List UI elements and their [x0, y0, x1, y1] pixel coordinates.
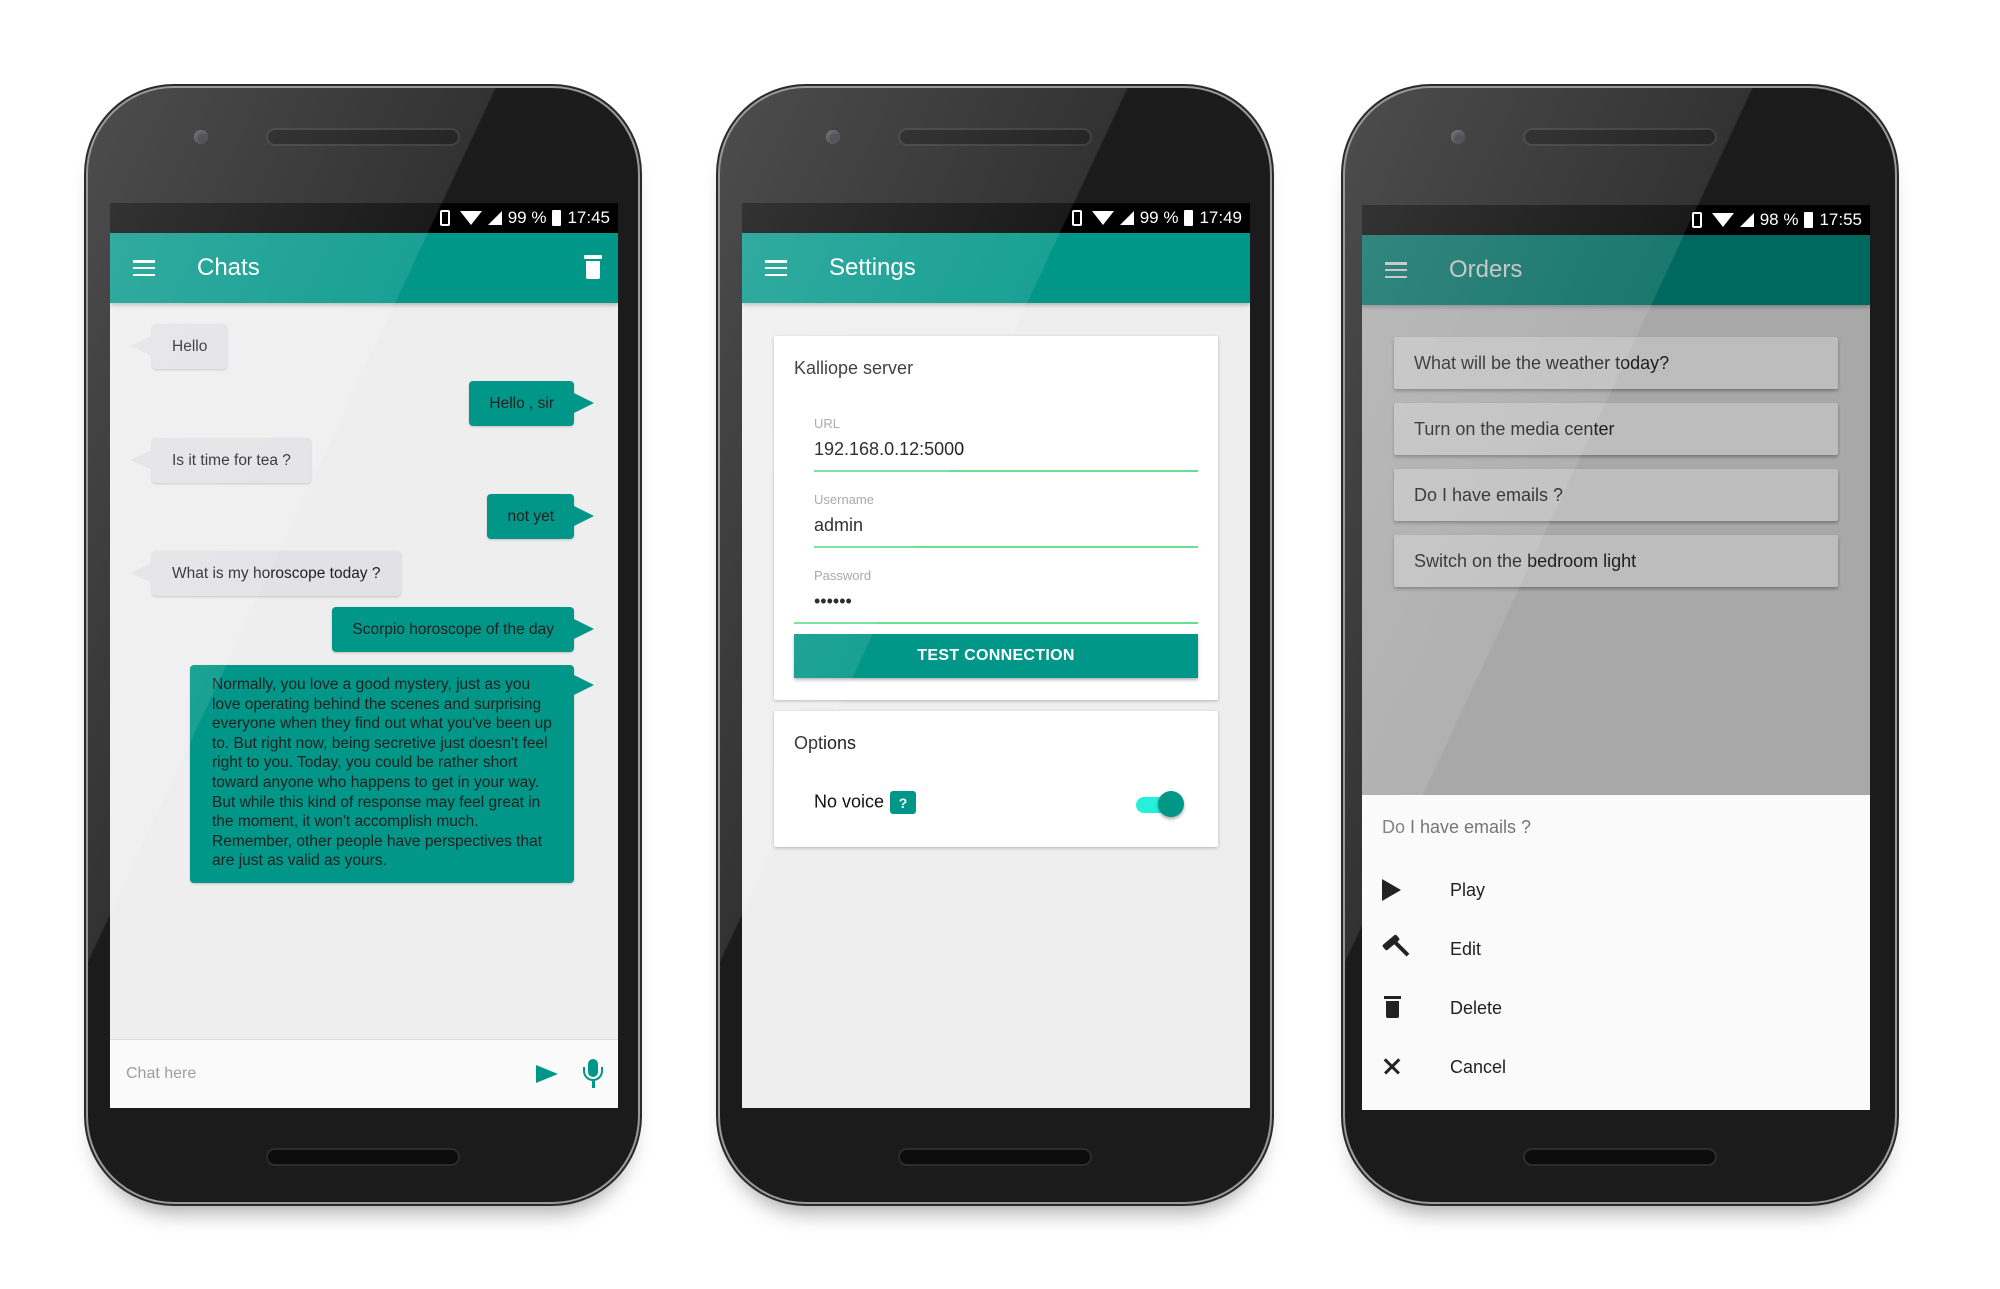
app-bar: Chats — [110, 233, 618, 303]
username-input[interactable]: admin — [814, 515, 1198, 548]
password-label: Password — [814, 568, 872, 583]
sheet-action-label: Edit — [1450, 938, 1482, 959]
bottom-sheet: Do I have emails ? Play Edit Delete Canc… — [1362, 795, 1870, 1110]
clock: 17:45 — [567, 208, 610, 227]
screen: 98 % 17:55 Orders What will be the weath… — [1362, 205, 1870, 1110]
order-item[interactable]: What will be the weather today? — [1394, 337, 1838, 389]
microphone-icon[interactable] — [582, 1059, 604, 1089]
phone-orders: 98 % 17:55 Orders What will be the weath… — [1345, 88, 1895, 1202]
phone-chats: 99 % 17:45 Chats Hello Hello , sir Is it… — [88, 88, 638, 1202]
front-camera — [826, 130, 840, 144]
sheet-action-play[interactable]: Play — [1362, 865, 1870, 915]
status-bar: 99 % 17:45 — [110, 203, 618, 233]
username-field[interactable]: Username admin — [814, 492, 1198, 548]
status-bar: 99 % 17:49 — [742, 203, 1250, 233]
password-field[interactable]: Password •••••• — [794, 568, 1198, 624]
username-label: Username — [814, 492, 874, 507]
options-card: Options No voice? — [774, 711, 1218, 847]
options-card-title: Options — [794, 733, 857, 753]
battery-percent: 99 % — [1139, 208, 1179, 227]
page-title: Chats — [197, 254, 260, 281]
vibrate-icon — [1691, 212, 1702, 228]
order-item[interactable]: Switch on the bedroom light — [1394, 535, 1838, 587]
page-title: Orders — [1449, 256, 1523, 283]
screen: 99 % 17:45 Chats Hello Hello , sir Is it… — [110, 203, 618, 1108]
order-item[interactable]: Turn on the media center — [1394, 403, 1838, 455]
chat-messages: Hello Hello , sir Is it time for tea ? n… — [110, 303, 618, 1046]
url-input[interactable]: 192.168.0.12:5000 — [814, 439, 1198, 472]
signal-icon — [487, 211, 502, 225]
send-icon[interactable] — [536, 1065, 558, 1083]
app-bar: Orders — [1362, 235, 1870, 305]
clock: 17:49 — [1199, 208, 1242, 227]
no-voice-row: No voice? — [814, 791, 917, 814]
message-incoming: Is it time for tea ? — [130, 438, 311, 483]
help-badge[interactable]: ? — [890, 791, 917, 814]
hamburger-icon[interactable] — [1385, 262, 1407, 278]
chat-input-bar — [110, 1039, 618, 1108]
battery-icon — [1804, 212, 1814, 228]
bottom-speaker — [900, 1150, 1090, 1164]
signal-icon — [1739, 213, 1754, 227]
password-input[interactable]: •••••• — [794, 591, 1198, 624]
battery-icon — [1184, 210, 1194, 226]
message-incoming: Hello — [129, 324, 228, 369]
battery-percent: 99 % — [507, 208, 547, 227]
earpiece-speaker — [268, 130, 458, 144]
url-label: URL — [814, 416, 841, 431]
sheet-action-edit[interactable]: Edit — [1362, 924, 1870, 974]
chat-input[interactable] — [124, 1064, 536, 1084]
no-voice-label: No voice — [814, 791, 885, 812]
bottom-speaker — [1525, 1150, 1715, 1164]
bottom-sheet-title: Do I have emails ? — [1382, 817, 1532, 837]
order-item[interactable]: Do I have emails ? — [1394, 469, 1838, 521]
sheet-action-delete[interactable]: Delete — [1362, 983, 1870, 1033]
earpiece-speaker — [900, 130, 1090, 144]
screen: 99 % 17:49 Settings Kalliope server URL … — [742, 203, 1250, 1108]
front-camera — [1451, 130, 1465, 144]
front-camera — [194, 130, 208, 144]
vibrate-icon — [439, 210, 450, 226]
test-connection-button[interactable]: TEST CONNECTION — [794, 634, 1198, 678]
vibrate-icon — [1071, 210, 1082, 226]
wifi-icon — [1711, 213, 1734, 227]
close-icon — [1382, 1055, 1406, 1079]
message-outgoing: Hello , sir — [469, 381, 594, 426]
server-card-title: Kalliope server — [794, 358, 914, 378]
hamburger-icon[interactable] — [133, 260, 155, 276]
hammer-icon — [1381, 934, 1410, 961]
message-outgoing: not yet — [487, 494, 594, 539]
url-field[interactable]: URL 192.168.0.12:5000 — [814, 416, 1198, 472]
phone-settings: 99 % 17:49 Settings Kalliope server URL … — [720, 88, 1270, 1202]
status-bar: 98 % 17:55 — [1362, 205, 1870, 235]
message-outgoing: Scorpio horoscope of the day — [332, 607, 594, 652]
sheet-action-label: Cancel — [1450, 1056, 1507, 1077]
app-bar: Settings — [742, 233, 1250, 303]
sheet-action-cancel[interactable]: Cancel — [1362, 1042, 1870, 1092]
trash-icon[interactable] — [584, 255, 602, 279]
earpiece-speaker — [1525, 130, 1715, 144]
server-card: Kalliope server URL 192.168.0.12:5000 Us… — [774, 336, 1218, 700]
signal-icon — [1119, 211, 1134, 225]
battery-percent: 98 % — [1759, 210, 1799, 229]
clock: 17:55 — [1819, 210, 1862, 229]
message-outgoing-horoscope: Normally, you love a good mystery, just … — [190, 665, 594, 883]
message-incoming: What is my horoscope today ? — [130, 551, 401, 596]
sheet-action-label: Play — [1450, 879, 1486, 900]
trash-icon — [1382, 996, 1406, 1020]
play-icon — [1382, 879, 1401, 901]
wifi-icon — [1091, 211, 1114, 225]
no-voice-toggle[interactable] — [1136, 791, 1184, 817]
hamburger-icon[interactable] — [765, 260, 787, 276]
wifi-icon — [459, 211, 482, 225]
sheet-action-label: Delete — [1450, 997, 1503, 1018]
bottom-speaker — [268, 1150, 458, 1164]
page-title: Settings — [829, 254, 916, 281]
battery-icon — [552, 210, 562, 226]
